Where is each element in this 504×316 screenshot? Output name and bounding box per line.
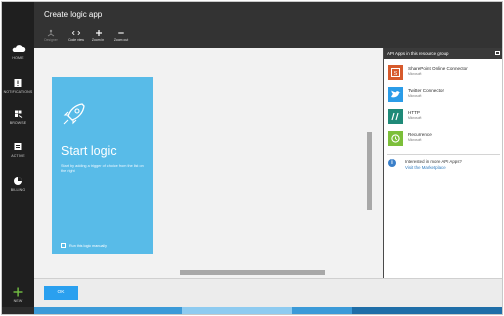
- minus-icon: [118, 32, 124, 34]
- blade-header: Create logic app Designer Code view Zoom…: [34, 2, 502, 48]
- zoom-out-label: Zoom out: [113, 38, 129, 42]
- nav-label-notifications: NOTIFICATIONS: [3, 90, 33, 94]
- zoom-in-button[interactable]: Zoom in: [89, 29, 107, 42]
- left-nav: HOME NOTIFICATIONS BROWSE ACTIVE BILLING…: [2, 2, 34, 314]
- horizontal-scrollbar[interactable]: [180, 270, 325, 275]
- api-app-publisher: Microsoft: [408, 72, 422, 76]
- browse-icon: [15, 110, 23, 118]
- zoom-out-button[interactable]: Zoom out: [110, 29, 132, 42]
- api-app-recurrence[interactable]: Recurrence Microsoft: [388, 131, 500, 149]
- api-app-name: SharePoint Online Connector: [408, 66, 468, 71]
- bottom-bar-segment: [352, 307, 502, 314]
- designer-canvas[interactable]: Start logic Start by adding a trigger of…: [34, 48, 383, 278]
- nav-item-notifications[interactable]: NOTIFICATIONS: [2, 78, 34, 94]
- billing-icon: [14, 177, 22, 185]
- api-app-sharepoint[interactable]: S SharePoint Online Connector Microsoft: [388, 65, 500, 83]
- designer-label: Designer: [44, 38, 58, 42]
- api-app-publisher: Microsoft: [408, 116, 422, 120]
- info-icon: i: [388, 159, 396, 167]
- nav-item-home[interactable]: HOME: [2, 44, 34, 60]
- panel-title: API Apps in this resource group: [387, 51, 449, 56]
- api-app-name: Twitter Connector: [408, 88, 444, 93]
- api-app-name: HTTP: [408, 110, 420, 115]
- ok-button[interactable]: OK: [44, 286, 78, 300]
- tile-description: Start by adding a trigger of choice from…: [61, 164, 144, 174]
- api-app-publisher: Microsoft: [408, 138, 422, 142]
- plus-icon: [13, 287, 23, 297]
- marketplace-prompt: i Interested in more API Apps? Visit the…: [388, 158, 500, 178]
- marketplace-link[interactable]: Visit the Marketplace: [405, 165, 446, 170]
- recurrence-icon: [388, 131, 403, 146]
- new-button[interactable]: NEW: [2, 287, 34, 303]
- new-label: NEW: [13, 299, 23, 303]
- panel-divider: [387, 154, 500, 155]
- nav-label-active: ACTIVE: [11, 154, 25, 158]
- nav-label-home: HOME: [12, 56, 24, 60]
- bottom-bar: [2, 307, 502, 314]
- designer-icon: [47, 29, 55, 37]
- marketplace-question: Interested in more API Apps?: [405, 159, 462, 164]
- svg-text:S: S: [394, 71, 398, 77]
- run-manually-option[interactable]: Run this logic manually: [61, 243, 107, 248]
- api-app-publisher: Microsoft: [408, 94, 422, 98]
- page-title: Create logic app: [44, 10, 103, 19]
- api-apps-panel: API Apps in this resource group S ShareP…: [383, 48, 502, 278]
- panel-header: API Apps in this resource group: [384, 48, 502, 59]
- code-view-button[interactable]: Code view: [65, 29, 87, 42]
- notification-icon: [14, 79, 22, 87]
- nav-item-active[interactable]: ACTIVE: [2, 142, 34, 158]
- bottom-bar-segment: [34, 307, 182, 314]
- twitter-icon: [388, 87, 403, 102]
- designer-button[interactable]: Designer: [41, 29, 61, 42]
- http-icon: [388, 109, 403, 124]
- bottom-bar-segment: [292, 307, 352, 314]
- nav-label-billing: BILLING: [10, 188, 26, 192]
- blade-footer: OK: [34, 278, 502, 307]
- tile-title: Start logic: [61, 144, 117, 158]
- nav-label-browse: BROWSE: [9, 121, 27, 125]
- zoom-in-label: Zoom in: [91, 38, 105, 42]
- cloud-icon: [12, 45, 26, 52]
- run-manually-label: Run this logic manually: [69, 243, 107, 248]
- portal-window: HOME NOTIFICATIONS BROWSE ACTIVE BILLING…: [1, 1, 503, 315]
- bottom-bar-segment: [182, 307, 292, 314]
- api-app-twitter[interactable]: Twitter Connector Microsoft: [388, 87, 500, 105]
- rocket-icon: [63, 103, 85, 125]
- start-logic-tile[interactable]: Start logic Start by adding a trigger of…: [52, 77, 153, 254]
- api-app-http[interactable]: HTTP Microsoft: [388, 109, 500, 127]
- nav-item-browse[interactable]: BROWSE: [2, 109, 34, 125]
- active-icon: [14, 143, 22, 150]
- code-view-label: Code view: [68, 38, 84, 42]
- api-app-name: Recurrence: [408, 132, 432, 137]
- sharepoint-icon: S: [388, 65, 403, 80]
- zoom-plus-icon: [96, 30, 102, 36]
- nav-item-billing[interactable]: BILLING: [2, 176, 34, 192]
- run-manually-checkbox[interactable]: [61, 243, 66, 248]
- vertical-scrollbar[interactable]: [367, 132, 372, 210]
- code-icon: [71, 30, 81, 36]
- restore-icon[interactable]: [495, 51, 500, 55]
